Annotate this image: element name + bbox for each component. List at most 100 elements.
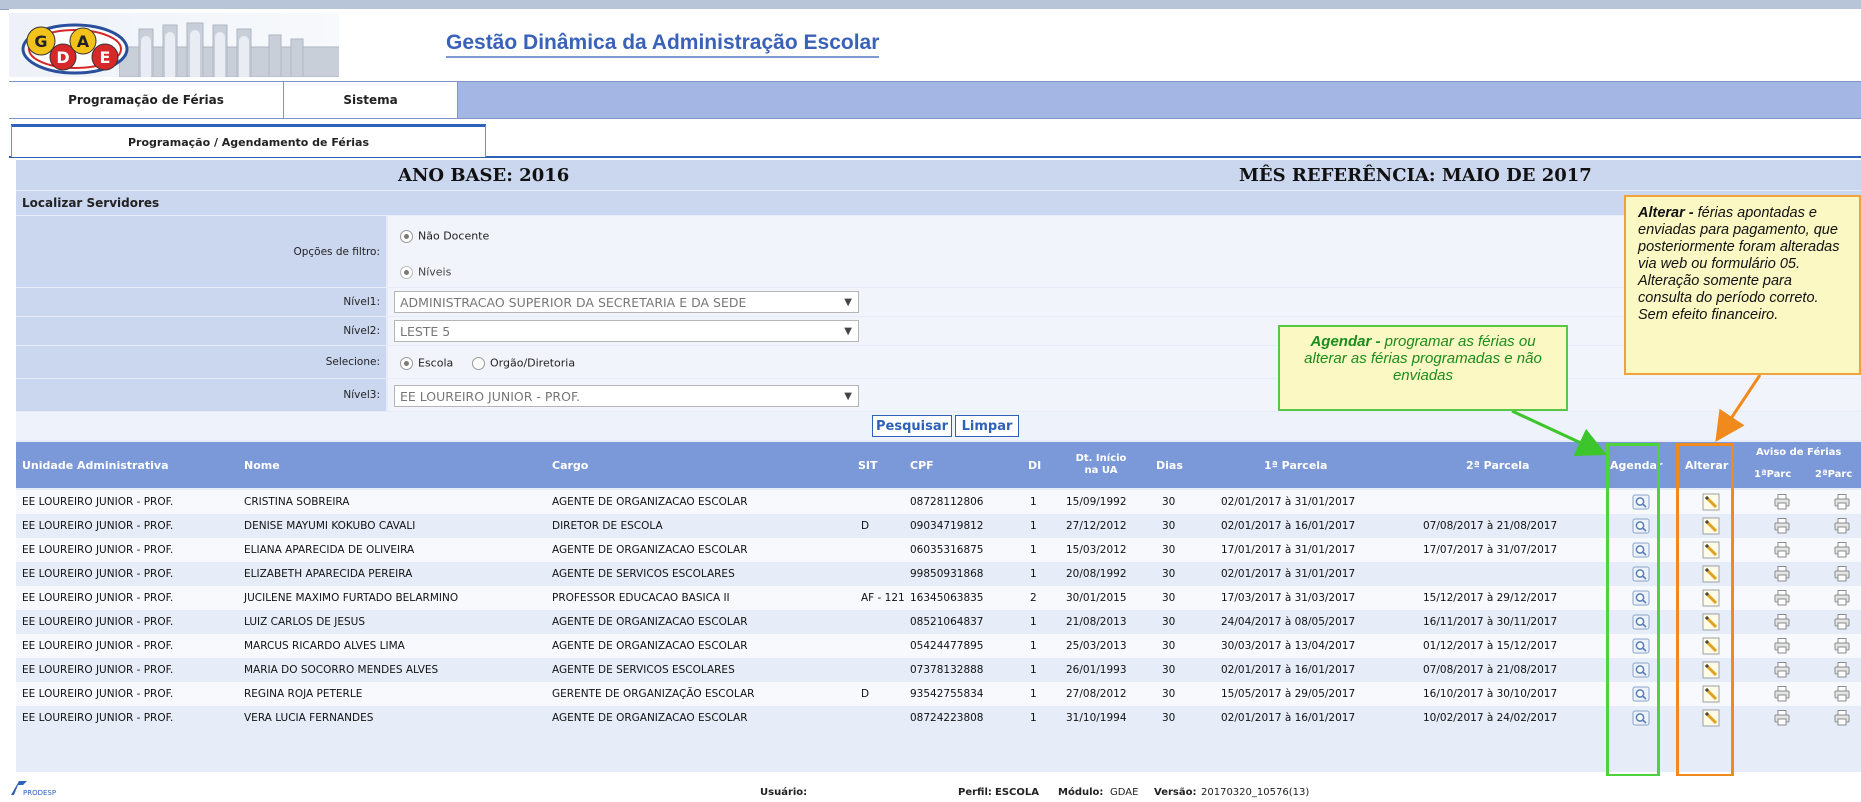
table-row: EE LOUREIRO JUNIOR - PROF. VERA LUCIA FER… xyxy=(16,706,1861,730)
alterar-edit-icon[interactable] xyxy=(1702,661,1720,679)
aviso-1parc-print-icon[interactable] xyxy=(1773,637,1791,655)
cell-nome: ELIZABETH APARECIDA PEREIRA xyxy=(244,568,413,580)
menu-programacao-ferias[interactable]: Programação de Férias xyxy=(9,82,284,118)
cell-dt-inicio: 21/08/2013 xyxy=(1066,616,1127,628)
nivel2-select[interactable]: LESTE 5 ▼ xyxy=(394,320,859,342)
radio-orgao-indicator[interactable] xyxy=(472,356,485,370)
agendar-search-icon[interactable] xyxy=(1632,709,1650,727)
aviso-1parc-print-icon[interactable] xyxy=(1773,493,1791,511)
nivel3-select[interactable]: EE LOUREIRO JUNIOR - PROF. ▼ xyxy=(394,385,859,407)
aviso-2parc-print-icon[interactable] xyxy=(1833,613,1851,631)
cell-cpf: 99850931868 xyxy=(910,568,984,580)
aviso-2parc-print-icon[interactable] xyxy=(1833,493,1851,511)
cell-parcela2: 16/11/2017 à 30/11/2017 xyxy=(1423,616,1558,628)
cell-unidade: EE LOUREIRO JUNIOR - PROF. xyxy=(22,496,174,508)
prodesp-logo: PRODESP xyxy=(9,779,65,799)
alterar-edit-icon[interactable] xyxy=(1702,517,1720,535)
cell-parcela1: 24/04/2017 à 08/05/2017 xyxy=(1221,616,1356,628)
alterar-edit-icon[interactable] xyxy=(1702,493,1720,511)
col-di: DI xyxy=(1028,458,1042,472)
col-nome: Nome xyxy=(244,458,280,472)
aviso-2parc-print-icon[interactable] xyxy=(1833,589,1851,607)
table-row: EE LOUREIRO JUNIOR - PROF. JUCILENE MAXIM… xyxy=(16,586,1861,610)
cell-unidade: EE LOUREIRO JUNIOR - PROF. xyxy=(22,712,174,724)
cell-cargo: AGENTE DE ORGANIZACAO ESCOLAR xyxy=(552,496,748,508)
menu-sistema[interactable]: Sistema xyxy=(284,82,458,118)
main-menu: Programação de Férias Sistema xyxy=(9,81,1861,119)
aviso-2parc-print-icon[interactable] xyxy=(1833,517,1851,535)
col-sit: SIT xyxy=(858,458,878,472)
app-title: Gestão Dinâmica da Administração Escolar xyxy=(446,31,880,58)
tab-programacao-agendamento[interactable]: Programação / Agendamento de Férias xyxy=(11,124,486,157)
button-row: Pesquisar Limpar xyxy=(16,412,1861,440)
modulo-value: GDAE xyxy=(1110,787,1139,798)
agendar-search-icon[interactable] xyxy=(1632,517,1650,535)
cell-parcela1: 30/03/2017 à 13/04/2017 xyxy=(1221,640,1356,652)
cell-di: 1 xyxy=(1030,712,1037,724)
aviso-1parc-print-icon[interactable] xyxy=(1773,541,1791,559)
col-parcela2: 2ª Parcela xyxy=(1466,458,1530,472)
agendar-search-icon[interactable] xyxy=(1632,541,1650,559)
reference-header: ANO BASE: 2016 MÊS REFERÊNCIA: MAIO DE 2… xyxy=(16,160,1861,190)
radio-escola[interactable]: Escola xyxy=(400,356,453,370)
col-cargo: Cargo xyxy=(552,458,589,472)
cell-dt-inicio: 15/09/1992 xyxy=(1066,496,1127,508)
alterar-edit-icon[interactable] xyxy=(1702,709,1720,727)
radio-niveis[interactable]: Níveis xyxy=(400,265,451,279)
aviso-1parc-print-icon[interactable] xyxy=(1773,685,1791,703)
aviso-1parc-print-icon[interactable] xyxy=(1773,613,1791,631)
aviso-2parc-print-icon[interactable] xyxy=(1833,661,1851,679)
cell-dt-inicio: 26/01/1993 xyxy=(1066,664,1127,676)
alterar-edit-icon[interactable] xyxy=(1702,685,1720,703)
radio-escola-indicator[interactable] xyxy=(400,356,413,370)
main-panel: ANO BASE: 2016 MÊS REFERÊNCIA: MAIO DE 2… xyxy=(16,160,1861,772)
radio-nao-docente-indicator[interactable] xyxy=(400,229,413,243)
table-row: EE LOUREIRO JUNIOR - PROF. REGINA ROJA PE… xyxy=(16,682,1861,706)
cell-nome: LUIZ CARLOS DE JESUS xyxy=(244,616,365,628)
aviso-2parc-print-icon[interactable] xyxy=(1833,637,1851,655)
cell-unidade: EE LOUREIRO JUNIOR - PROF. xyxy=(22,688,174,700)
aviso-1parc-print-icon[interactable] xyxy=(1773,565,1791,583)
cell-cpf: 93542755834 xyxy=(910,688,984,700)
cell-parcela1: 17/01/2017 à 31/01/2017 xyxy=(1221,544,1356,556)
aviso-1parc-print-icon[interactable] xyxy=(1773,661,1791,679)
agendar-search-icon[interactable] xyxy=(1632,565,1650,583)
cell-dias: 30 xyxy=(1162,592,1176,604)
cell-cpf: 08521064837 xyxy=(910,616,984,628)
agendar-search-icon[interactable] xyxy=(1632,493,1650,511)
cell-cargo: PROFESSOR EDUCACAO BASICA II xyxy=(552,592,730,604)
perfil-label: Perfil: xyxy=(958,787,992,798)
agendar-search-icon[interactable] xyxy=(1632,589,1650,607)
alterar-callout: Alterar - férias apontadas e enviadas pa… xyxy=(1624,195,1861,375)
agendar-search-icon[interactable] xyxy=(1632,613,1650,631)
aviso-1parc-print-icon[interactable] xyxy=(1773,517,1791,535)
alterar-edit-icon[interactable] xyxy=(1702,541,1720,559)
alterar-edit-icon[interactable] xyxy=(1702,565,1720,583)
aviso-2parc-print-icon[interactable] xyxy=(1833,685,1851,703)
radio-orgao[interactable]: Orgão/Diretoria xyxy=(472,356,575,370)
cell-cargo: DIRETOR DE ESCOLA xyxy=(552,520,663,532)
radio-nao-docente[interactable]: Não Docente xyxy=(400,229,489,243)
filter-options-label: Opções de filtro: xyxy=(16,216,386,287)
aviso-2parc-print-icon[interactable] xyxy=(1833,709,1851,727)
aviso-2parc-print-icon[interactable] xyxy=(1833,541,1851,559)
agendar-search-icon[interactable] xyxy=(1632,637,1650,655)
gdae-logo: G D A E xyxy=(21,23,129,75)
agendar-search-icon[interactable] xyxy=(1632,685,1650,703)
radio-niveis-indicator[interactable] xyxy=(400,265,413,279)
col-agendar: Agendar xyxy=(1610,458,1663,472)
nivel1-label: Nível1: xyxy=(16,288,386,316)
aviso-1parc-print-icon[interactable] xyxy=(1773,709,1791,727)
table-row: EE LOUREIRO JUNIOR - PROF. DENISE MAYUMI … xyxy=(16,514,1861,538)
aviso-2parc-print-icon[interactable] xyxy=(1833,565,1851,583)
nivel1-select[interactable]: ADMINISTRACAO SUPERIOR DA SECRETARIA E D… xyxy=(394,291,859,313)
aviso-1parc-print-icon[interactable] xyxy=(1773,589,1791,607)
usuario-label: Usuário: xyxy=(760,787,808,798)
cell-parcela2: 17/07/2017 à 31/07/2017 xyxy=(1423,544,1558,556)
limpar-button[interactable]: Limpar xyxy=(955,415,1019,437)
alterar-edit-icon[interactable] xyxy=(1702,589,1720,607)
agendar-search-icon[interactable] xyxy=(1632,661,1650,679)
alterar-edit-icon[interactable] xyxy=(1702,637,1720,655)
alterar-edit-icon[interactable] xyxy=(1702,613,1720,631)
pesquisar-button[interactable]: Pesquisar xyxy=(872,415,952,437)
